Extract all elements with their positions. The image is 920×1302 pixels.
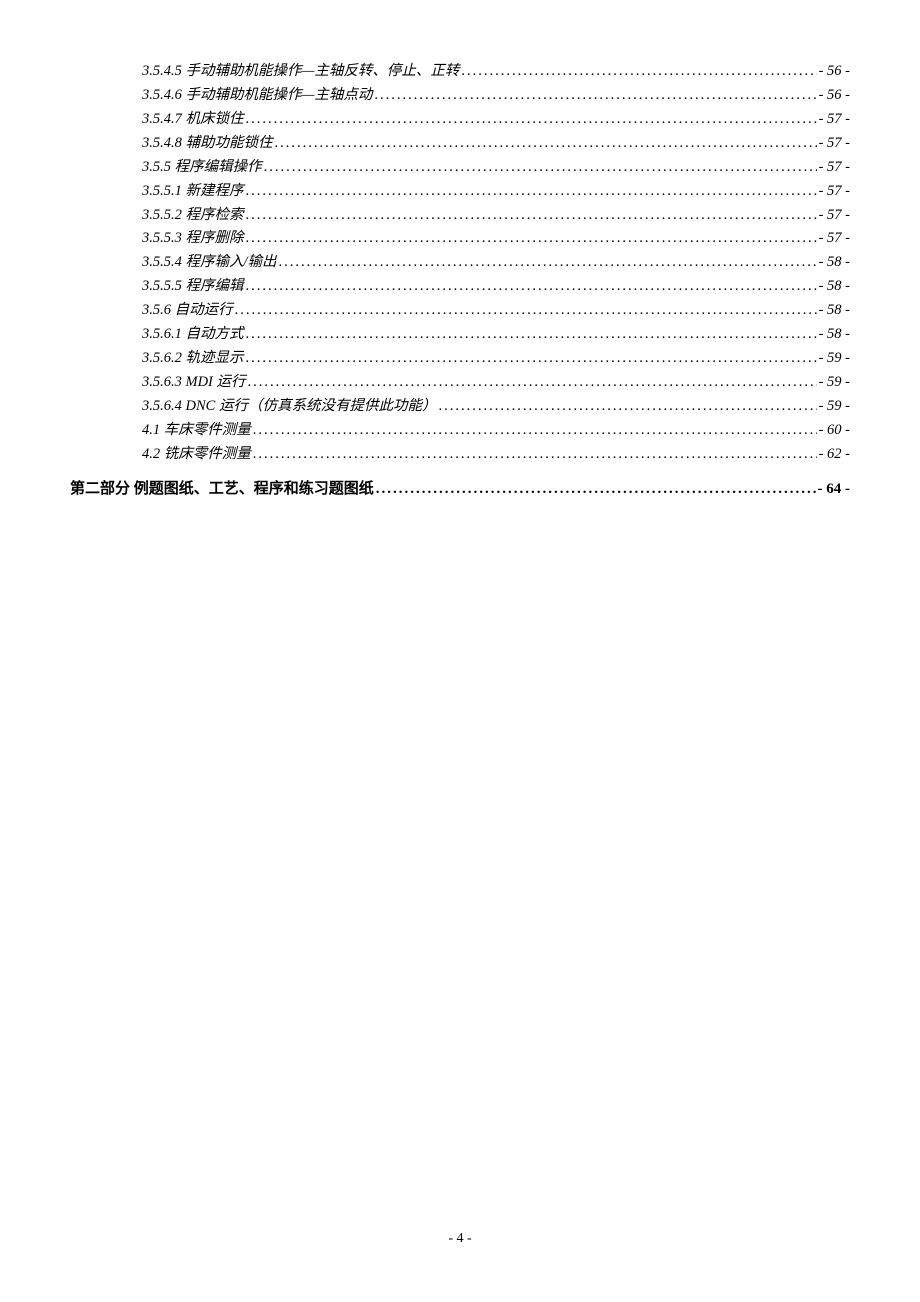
toc-page: - 58 - (819, 323, 850, 347)
toc-title: 3.5.6.2 轨迹显示 (142, 347, 244, 371)
toc-dots (246, 227, 817, 251)
toc-entry[interactable]: 3.5.6 自动运行 - 58 - (70, 299, 850, 323)
toc-entry[interactable]: 3.5.6.2 轨迹显示 - 59 - (70, 347, 850, 371)
toc-entry[interactable]: 3.5.5.2 程序检索 - 57 - (70, 204, 850, 228)
toc-entry[interactable]: 3.5.4.5 手动辅助机能操作—主轴反转、停止、正转 - 56 - (70, 60, 850, 84)
toc-page: - 62 - (819, 443, 850, 467)
toc-title: 3.5.5.3 程序删除 (142, 227, 244, 251)
toc-page: - 59 - (819, 371, 850, 395)
toc-page: - 57 - (819, 108, 850, 132)
toc-entry[interactable]: 4.2 铣床零件测量 - 62 - (70, 443, 850, 467)
toc-dots (279, 251, 817, 275)
toc-page: - 56 - (819, 60, 850, 84)
toc-page: - 58 - (819, 251, 850, 275)
toc-page: - 57 - (819, 156, 850, 180)
toc-page: - 64 - (818, 477, 851, 502)
toc-page: - 57 - (819, 227, 850, 251)
toc-title: 3.5.5.2 程序检索 (142, 204, 244, 228)
toc-dots (438, 395, 816, 419)
toc-entry[interactable]: 3.5.4.8 辅助功能锁住 - 57 - (70, 132, 850, 156)
toc-title: 3.5.6.3 MDI 运行 (142, 371, 246, 395)
toc-dots (235, 299, 817, 323)
toc-dots (374, 84, 816, 108)
toc-page: - 58 - (819, 275, 850, 299)
toc-dots (246, 347, 817, 371)
toc-entry[interactable]: 3.5.5.3 程序删除 - 57 - (70, 227, 850, 251)
toc-title: 3.5.4.6 手动辅助机能操作—主轴点动 (142, 84, 372, 108)
toc-title: 3.5.4.7 机床锁住 (142, 108, 244, 132)
toc-title: 3.5.6.1 自动方式 (142, 323, 244, 347)
toc-title: 3.5.4.8 辅助功能锁住 (142, 132, 273, 156)
toc-title: 3.5.5.4 程序输入/输出 (142, 251, 277, 275)
toc-entry[interactable]: 3.5.6.3 MDI 运行 - 59 - (70, 371, 850, 395)
toc-dots (246, 180, 817, 204)
toc-title: 4.1 车床零件测量 (142, 419, 251, 443)
toc-page: - 60 - (819, 419, 850, 443)
toc-dots (246, 323, 817, 347)
toc-dots (275, 132, 817, 156)
toc-title: 3.5.6.4 DNC 运行（仿真系统没有提供此功能） (142, 395, 436, 419)
toc-title: 第二部分 例题图纸、工艺、程序和练习题图纸 (70, 477, 374, 502)
toc-page: - 58 - (819, 299, 850, 323)
toc-container: 3.5.4.5 手动辅助机能操作—主轴反转、停止、正转- 56 -3.5.4.6… (0, 0, 920, 501)
toc-entry[interactable]: 3.5.5.1 新建程序 - 57 - (70, 180, 850, 204)
toc-title: 3.5.5.5 程序编辑 (142, 275, 244, 299)
toc-title: 3.5.6 自动运行 (142, 299, 233, 323)
toc-page: - 57 - (819, 180, 850, 204)
toc-dots (246, 108, 817, 132)
toc-dots (246, 204, 817, 228)
toc-dots (461, 60, 816, 84)
toc-page: - 57 - (819, 204, 850, 228)
toc-page: - 57 - (819, 132, 850, 156)
toc-entry[interactable]: 3.5.6.4 DNC 运行（仿真系统没有提供此功能） - 59 - (70, 395, 850, 419)
toc-title: 3.5.5 程序编辑操作 (142, 156, 262, 180)
toc-dots (248, 371, 817, 395)
toc-entry[interactable]: 4.1 车床零件测量 - 60 - (70, 419, 850, 443)
toc-entry[interactable]: 第二部分 例题图纸、工艺、程序和练习题图纸 - 64 - (70, 477, 850, 502)
toc-page: - 56 - (819, 84, 850, 108)
toc-dots (246, 275, 817, 299)
toc-dots (264, 156, 817, 180)
toc-entry[interactable]: 3.5.5.4 程序输入/输出 - 58 - (70, 251, 850, 275)
toc-title: 3.5.4.5 手动辅助机能操作—主轴反转、停止、正转 (142, 60, 459, 84)
toc-entry[interactable]: 3.5.5.5 程序编辑 - 58 - (70, 275, 850, 299)
toc-dots (253, 443, 817, 467)
toc-title: 4.2 铣床零件测量 (142, 443, 251, 467)
toc-entry[interactable]: 3.5.6.1 自动方式 - 58 - (70, 323, 850, 347)
toc-entry[interactable]: 3.5.5 程序编辑操作 - 57 - (70, 156, 850, 180)
toc-entry[interactable]: 3.5.4.6 手动辅助机能操作—主轴点动 - 56 - (70, 84, 850, 108)
toc-page: - 59 - (819, 395, 850, 419)
toc-dots (253, 419, 817, 443)
page-number: - 4 - (0, 1231, 920, 1247)
toc-title: 3.5.5.1 新建程序 (142, 180, 244, 204)
toc-page: - 59 - (819, 347, 850, 371)
toc-dots (376, 477, 816, 502)
toc-entry[interactable]: 3.5.4.7 机床锁住 - 57 - (70, 108, 850, 132)
